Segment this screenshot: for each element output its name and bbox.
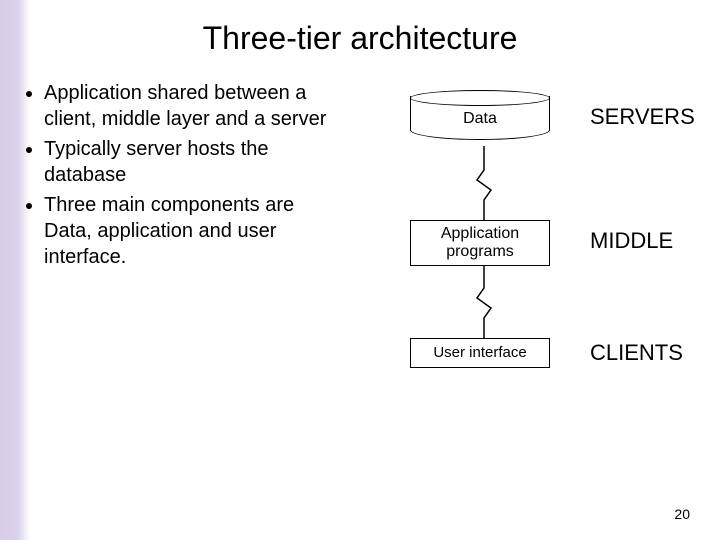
tier-label-servers: SERVERS bbox=[590, 104, 695, 130]
architecture-diagram: Data Application programs User interface… bbox=[380, 80, 720, 400]
user-interface-box: User interface bbox=[410, 338, 550, 368]
tier-label-clients: CLIENTS bbox=[590, 340, 683, 366]
data-label: Data bbox=[410, 110, 550, 128]
data-cylinder: Data bbox=[410, 90, 550, 146]
connector-zigzag-icon bbox=[475, 266, 493, 338]
user-interface-label: User interface bbox=[433, 344, 526, 361]
list-item: Application shared between a client, mid… bbox=[44, 80, 340, 132]
list-item: Three main components are Data, applicat… bbox=[44, 192, 340, 270]
bullet-list: Application shared between a client, mid… bbox=[20, 80, 340, 274]
slide-title: Three-tier architecture bbox=[0, 20, 720, 57]
tier-label-middle: MIDDLE bbox=[590, 228, 673, 254]
application-label: Application programs bbox=[441, 225, 519, 262]
page-number: 20 bbox=[674, 506, 690, 522]
list-item: Typically server hosts the database bbox=[44, 136, 340, 188]
connector-zigzag-icon bbox=[475, 146, 493, 220]
application-box: Application programs bbox=[410, 220, 550, 266]
